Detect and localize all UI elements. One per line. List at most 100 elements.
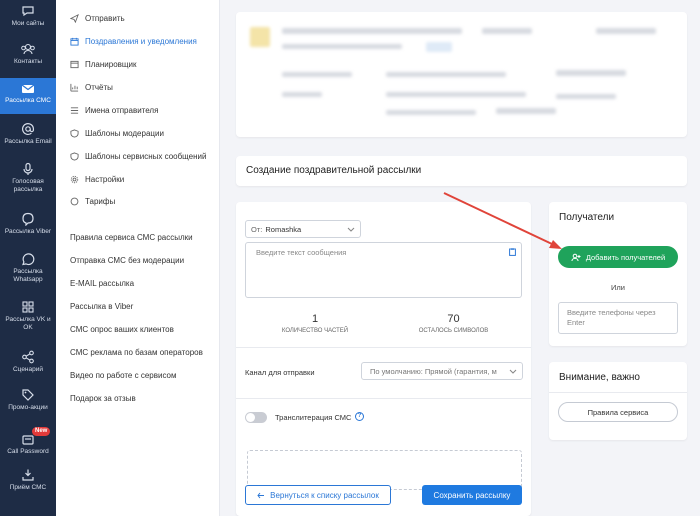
service-rules-label: Правила сервиса <box>587 407 649 417</box>
link-viber-mailing[interactable]: Рассылка в Viber <box>70 302 133 311</box>
nav-voice[interactable]: Голосовая рассылка <box>0 162 56 202</box>
nav-sms[interactable]: Рассылка СМС <box>0 78 56 114</box>
gear-icon <box>70 175 79 184</box>
channel-label: Канал для отправки <box>245 368 315 377</box>
nav-my-sites[interactable]: Мои сайты <box>0 4 56 38</box>
blurred-text <box>386 72 506 77</box>
attention-card: Внимание, важно Правила сервиса <box>549 362 687 440</box>
menu-item-label: Поздравления и уведомления <box>85 37 197 46</box>
blurred-text <box>386 92 526 97</box>
translit-toggle[interactable] <box>245 412 267 423</box>
phones-textarea[interactable]: Введите телефоны через Enter <box>558 302 678 334</box>
recipients-title: Получатели <box>559 212 615 223</box>
service-rules-button[interactable]: Правила сервиса <box>558 402 678 422</box>
nav-whatsapp[interactable]: Рассылка Whatsapp <box>0 252 56 292</box>
message-form-card: От: Romashka Введите текст сообщения 1 К… <box>236 202 531 516</box>
back-to-list-button[interactable]: Вернуться к списку рассылок <box>245 485 391 505</box>
link-review-gift[interactable]: Подарок за отзыв <box>70 394 136 403</box>
link-video-guides[interactable]: Видео по работе с сервисом <box>70 371 176 380</box>
nav-contacts[interactable]: Контакты <box>0 42 56 72</box>
save-mailing-button[interactable]: Сохранить рассылку <box>422 485 522 505</box>
clipboard-icon[interactable] <box>509 248 516 256</box>
menu-item-reports[interactable]: Отчёты <box>70 83 113 92</box>
sender-value: Romashka <box>265 224 302 234</box>
menu-item-greetings[interactable]: Поздравления и уведомления <box>70 37 197 46</box>
nav-call-password[interactable]: New Call Password <box>0 427 56 462</box>
menu-item-tariffs[interactable]: Тарифы <box>70 197 115 206</box>
sender-label: От: <box>251 224 263 234</box>
link-sms-no-moderation[interactable]: Отправка СМС без модерации <box>70 256 184 265</box>
attention-title: Внимание, важно <box>559 372 640 383</box>
menu-item-label: Тарифы <box>85 197 116 206</box>
link-sms-survey[interactable]: СМС опрос ваших клиентов <box>70 325 174 334</box>
nav-label: Рассылка Email <box>4 138 52 145</box>
add-recipients-button[interactable]: Добавить получателей <box>558 246 678 268</box>
nav-label: Сценарий <box>12 366 44 373</box>
channel-select[interactable]: По умолчанию: Прямой (гарантия, м <box>361 362 523 380</box>
save-button-label: Сохранить рассылку <box>433 490 511 500</box>
blurred-text <box>282 72 352 77</box>
nav-label: Рассылка VK и OK <box>5 316 51 331</box>
calendar-icon <box>70 37 79 46</box>
translit-label: Транслитерация СМС <box>275 413 352 422</box>
page-title: Создание поздравительной рассылки <box>246 165 422 176</box>
chars-counter: 70 ОСТАЛОСЬ СИМВОЛОВ <box>406 313 501 334</box>
menu-item-label: Настройки <box>85 175 125 184</box>
menu-item-sender-names[interactable]: Имена отправителя <box>70 106 158 115</box>
menu-item-moderation-templates[interactable]: Шаблоны модерации <box>70 129 164 138</box>
menu-item-label: Планировщик <box>85 60 137 69</box>
nav-label: Рассылка СМС <box>5 97 51 104</box>
chars-label: ОСТАЛОСЬ СИМВОЛОВ <box>418 328 489 334</box>
parts-counter: 1 КОЛИЧЕСТВО ЧАСТЕЙ <box>273 313 357 334</box>
parts-label: КОЛИЧЕСТВО ЧАСТЕЙ <box>281 328 349 334</box>
sender-select[interactable]: От: Romashka <box>245 220 361 238</box>
back-button-label: Вернуться к списку рассылок <box>270 490 379 500</box>
nav-viber[interactable]: Рассылка Viber <box>0 212 56 242</box>
nav-receive-sms[interactable]: Приём СМС <box>0 468 56 498</box>
nav-vk-ok[interactable]: Рассылка VK и OK <box>0 300 56 340</box>
nav-scenario[interactable]: Сценарий <box>0 350 56 380</box>
add-user-icon <box>571 253 581 261</box>
menu-item-label: Шаблоны сервисных сообщений <box>85 152 207 161</box>
blurred-text <box>282 92 322 97</box>
sms-submenu: Отправить Поздравления и уведомления Пла… <box>56 0 220 516</box>
menu-item-scheduler[interactable]: Планировщик <box>70 60 136 69</box>
parts-count: 1 <box>311 313 319 325</box>
menu-item-send[interactable]: Отправить <box>70 14 125 23</box>
blurred-text <box>482 28 532 34</box>
chart-icon <box>70 83 79 92</box>
new-badge: New <box>32 427 51 436</box>
nav-label: Рассылка Viber <box>4 228 52 235</box>
divider <box>549 392 687 393</box>
phones-placeholder: Введите телефоны через Enter <box>567 308 656 327</box>
help-icon[interactable]: ? <box>355 412 364 421</box>
link-sms-ads[interactable]: СМС реклама по базам операторов <box>70 348 203 357</box>
nav-email[interactable]: Рассылка Email <box>0 122 56 152</box>
blurred-text <box>426 42 452 52</box>
inbox-icon <box>22 469 34 481</box>
blurred-text <box>556 94 616 99</box>
link-sms-rules[interactable]: Правила сервиса СМС рассылки <box>70 233 193 242</box>
left-navigation: Мои сайты Контакты Рассылка СМС Рассылка… <box>0 0 56 516</box>
dropzone[interactable] <box>247 450 522 490</box>
page-title-card: Создание поздравительной рассылки <box>236 156 687 186</box>
message-placeholder: Введите текст сообщения <box>256 248 347 257</box>
blurred-text <box>282 44 402 49</box>
menu-item-label: Отчёты <box>85 83 113 92</box>
menu-item-service-templates[interactable]: Шаблоны сервисных сообщений <box>70 152 206 161</box>
blurred-text <box>596 28 656 34</box>
share-icon <box>22 350 34 364</box>
menu-item-settings[interactable]: Настройки <box>70 175 124 184</box>
nav-promo[interactable]: Промо-акции <box>0 388 56 418</box>
nav-label: Рассылка Whatsapp <box>13 268 43 283</box>
viber-icon <box>22 212 34 226</box>
shield-icon <box>70 152 79 161</box>
channel-value: По умолчанию: Прямой (гарантия, м <box>370 366 497 376</box>
whatsapp-icon <box>22 253 35 266</box>
blurred-text <box>556 70 626 76</box>
toggle-knob <box>246 413 255 422</box>
back-arrow-icon <box>257 492 265 498</box>
blurred-text <box>386 110 476 115</box>
message-textarea[interactable]: Введите текст сообщения <box>245 242 522 298</box>
link-email-mailing[interactable]: E-MAIL рассылка <box>70 279 134 288</box>
